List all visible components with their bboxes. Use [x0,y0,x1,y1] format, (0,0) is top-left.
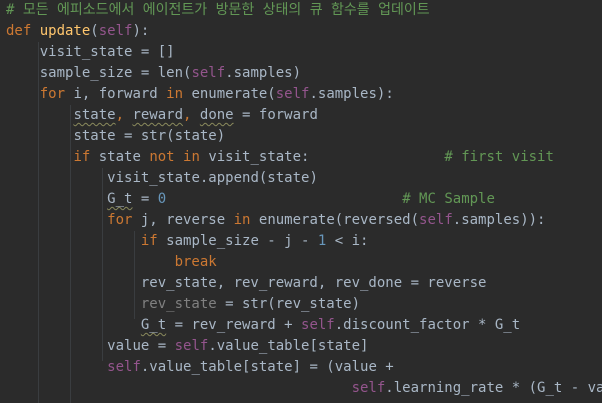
code-token: rev_state [140,296,217,312]
code-line[interactable]: self.learning_rate * (G_t - value)) [6,378,602,399]
code-token: for [39,86,74,102]
code-token: , [183,107,200,123]
code-token: visit_state = [] [39,44,175,60]
code-token: value = [107,338,175,354]
code-token: = [132,191,158,207]
code-token: self [275,86,310,102]
code-token: sample_size = len( [39,65,192,81]
code-token: G_t [107,191,133,207]
code-line[interactable]: G_t = rev_reward + self.discount_factor … [6,315,520,336]
code-editor[interactable]: # 모든 에피소드에서 에이전트가 방문한 상태의 큐 함수를 업데이트 def … [0,0,602,403]
code-token: self [98,23,133,39]
code-line[interactable]: rev_state, rev_reward, rev_done = revers… [6,273,487,294]
code-line[interactable]: self.value_table[state] = (value + [6,357,394,378]
code-token: .value_table[state] = (value + [140,359,394,375]
code-token: .samples): [309,86,394,102]
code-line[interactable]: state, reward, done = forward [6,105,318,126]
code-token: if [73,149,99,165]
code-token: visit_state.append(state) [107,170,318,186]
code-token: < i: [326,233,369,249]
code-token: G_t [140,317,167,333]
code-line[interactable]: if sample_size - j - 1 < i: [6,231,369,252]
code-token: done [199,107,234,123]
code-token: ( [90,23,99,39]
code-line[interactable]: visit_state = [] [6,42,175,63]
code-token: = rev_reward + [166,317,302,333]
code-token: rev_state, rev_reward, rev_done = revers… [140,275,487,291]
code-token: enumerate(reversed( [258,212,420,228]
code-token: state = str(state) [73,128,226,144]
code-line[interactable]: for i, forward in enumerate(self.samples… [6,84,394,105]
code-token: if [140,233,167,249]
code-line[interactable]: value = self.value_table[state] [6,336,368,357]
code-token: j, reverse [140,212,234,228]
code-token: state [73,107,116,123]
code-line[interactable]: state = str(state) [6,126,225,147]
code-token: 0 [157,191,167,207]
code-line[interactable]: rev_state = str(rev_state) [6,294,360,315]
code-line[interactable]: def update(self): [6,21,149,42]
code-line[interactable]: break [6,252,217,273]
code-line[interactable]: if state not in visit_state: # first vis… [6,147,554,168]
code-token: = str(rev_state) [216,296,361,312]
code-token: # 모든 에피소드에서 에이전트가 방문한 상태의 큐 함수를 업데이트 [6,2,430,18]
code-token: # first visit [444,149,554,165]
code-token: , [115,107,133,123]
code-token: for [107,212,141,228]
code-line[interactable]: visit_state.append(state) [6,168,318,189]
code-token: .discount_factor * G_t [334,317,521,333]
code-token: self [351,380,386,396]
code-token: self [301,317,335,333]
code-token: state [98,149,150,165]
code-line[interactable]: for j, reverse in enumerate(reversed(sel… [6,210,545,231]
code-token: self [174,338,209,354]
code-token: in [166,86,192,102]
code-token: = forward [233,107,318,123]
code-line[interactable]: sample_size = len(self.samples) [6,63,301,84]
code-token: def [6,23,40,39]
code-token: sample_size - j - [166,233,318,249]
code-token: .value_table[state] [208,338,369,354]
code-token: ): [132,23,150,39]
code-token: self [107,359,141,375]
code-token: .learning_rate * (G_t - value)) [385,380,602,396]
code-token: i, forward [73,86,167,102]
code-token: update [39,23,91,39]
code-token: reward [132,107,184,123]
code-token: not in [149,149,209,165]
code-token: break [174,254,217,270]
code-line[interactable]: # 모든 에피소드에서 에이전트가 방문한 상태의 큐 함수를 업데이트 [6,0,430,21]
code-token: .samples) [225,65,302,81]
code-token: self [191,65,226,81]
code-token: self [419,212,453,228]
code-token: .samples)): [452,212,546,228]
code-token: visit_state: [208,149,445,165]
code-token: # MC Sample [402,191,495,207]
code-token: enumerate( [191,86,276,102]
code-token: in [233,212,259,228]
code-line[interactable]: G_t = 0 # MC Sample [6,189,495,210]
